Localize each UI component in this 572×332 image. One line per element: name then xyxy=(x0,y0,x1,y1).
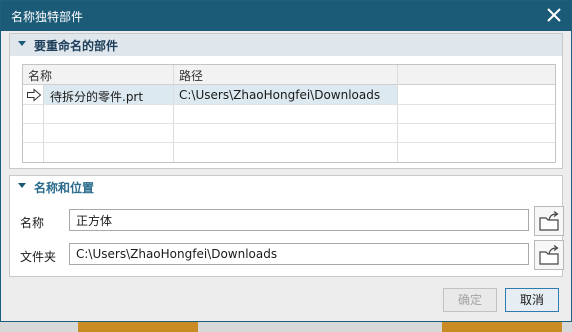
table-header: 名称 路径 xyxy=(23,65,555,85)
parts-section-header[interactable]: 要重命名的部件 xyxy=(10,34,562,56)
background-app-strip xyxy=(442,322,562,332)
column-divider xyxy=(397,65,398,162)
name-field[interactable] xyxy=(69,209,529,231)
row-divider xyxy=(23,123,555,124)
name-label: 名称 xyxy=(20,216,45,230)
parts-to-rename-section: 要重命名的部件 名称 路径 待拆分的零件.prt C:\Users\ZhaoHo… xyxy=(9,33,563,169)
collapse-triangle-icon[interactable] xyxy=(18,41,26,46)
background-app-strip xyxy=(78,322,198,332)
arrow-right-icon xyxy=(27,88,42,102)
name-browse-button[interactable] xyxy=(534,206,564,236)
folder-label: 文件夹 xyxy=(20,250,57,264)
column-divider xyxy=(173,65,174,162)
row-divider xyxy=(23,142,555,143)
folder-field[interactable] xyxy=(69,243,529,265)
dialog-title: 名称独特部件 xyxy=(11,10,84,24)
part-name-cell[interactable]: 待拆分的零件.prt xyxy=(50,88,143,105)
column-header-name[interactable]: 名称 xyxy=(28,67,52,84)
close-icon[interactable] xyxy=(545,6,563,24)
dialog-titlebar[interactable]: 名称独特部件 xyxy=(1,1,571,31)
parts-table: 名称 路径 待拆分的零件.prt C:\Users\ZhaoHongfei\Do… xyxy=(22,64,556,163)
location-section-title: 名称和位置 xyxy=(34,181,95,195)
collapse-triangle-icon[interactable] xyxy=(18,183,26,188)
cancel-button[interactable]: 取消 xyxy=(505,288,559,312)
folder-browse-icon xyxy=(539,245,559,265)
rename-unique-parts-dialog: 名称独特部件 要重命名的部件 名称 路径 待拆分的零件.prt C:\Users… xyxy=(0,0,572,322)
name-and-location-section: 名称和位置 名称 文件夹 xyxy=(9,175,564,277)
folder-browse-icon xyxy=(539,211,559,231)
parts-section-title: 要重命名的部件 xyxy=(34,39,119,53)
part-path-cell[interactable]: C:\Users\ZhaoHongfei\Downloads xyxy=(179,88,380,102)
ok-button[interactable]: 确定 xyxy=(443,288,497,312)
column-header-path[interactable]: 路径 xyxy=(179,67,203,84)
location-section-header[interactable]: 名称和位置 xyxy=(10,176,562,198)
folder-browse-button[interactable] xyxy=(534,240,564,270)
